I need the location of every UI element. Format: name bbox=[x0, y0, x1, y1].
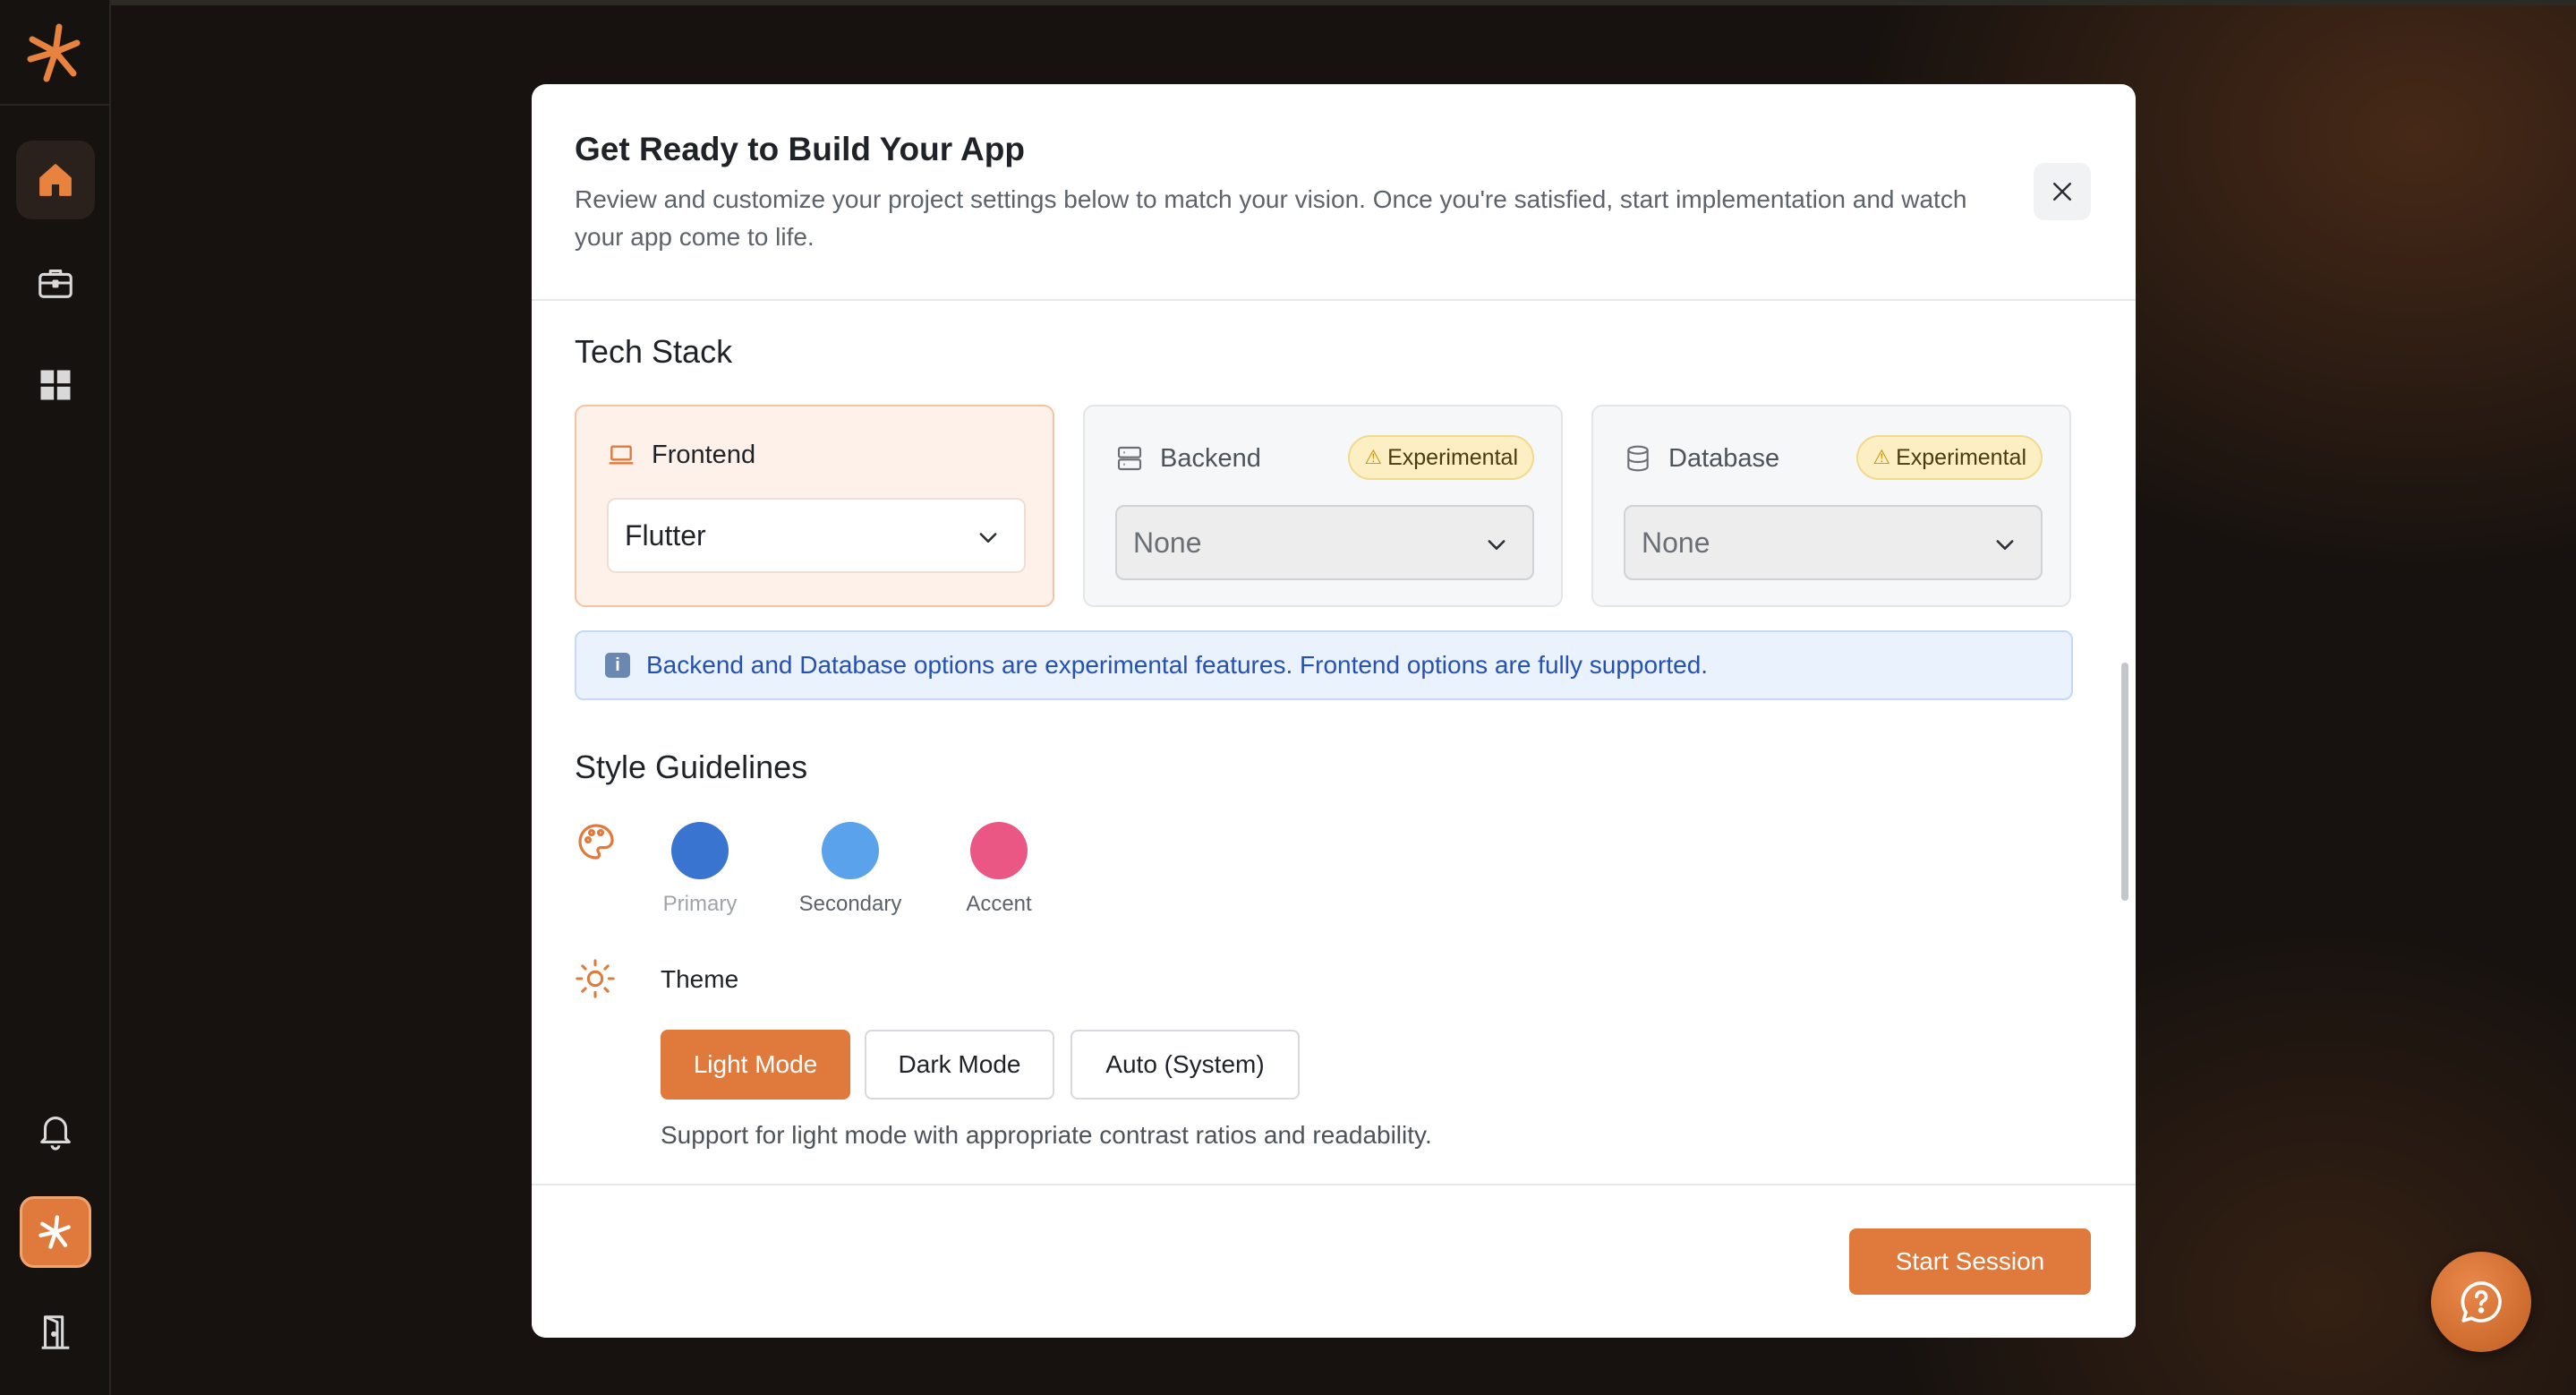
help-chat-button[interactable] bbox=[2431, 1252, 2531, 1352]
build-app-modal: Get Ready to Build Your App Review and c… bbox=[532, 84, 2136, 1338]
sidebar-item-home[interactable] bbox=[16, 141, 95, 219]
backend-card: Backend ⚠ Experimental None bbox=[1083, 405, 1563, 607]
modal-title: Get Ready to Build Your App bbox=[575, 131, 1025, 167]
home-icon bbox=[39, 164, 72, 196]
close-button[interactable] bbox=[2034, 163, 2091, 220]
backend-label: Backend bbox=[1160, 444, 1261, 473]
grid-icon bbox=[40, 370, 71, 400]
warning-icon: ⚠ bbox=[1364, 446, 1383, 468]
primary-swatch-label: Primary bbox=[662, 892, 738, 916]
secondary-swatch-label: Secondary bbox=[798, 892, 902, 916]
close-icon bbox=[2053, 183, 2071, 201]
backend-select[interactable]: None bbox=[1115, 505, 1534, 580]
modal-description: Review and customize your project settin… bbox=[575, 185, 1967, 251]
sidebar-item-assistant[interactable] bbox=[20, 1196, 91, 1268]
experimental-badge: ⚠ Experimental bbox=[1856, 435, 2043, 480]
server-icon bbox=[1117, 446, 1142, 471]
frontend-label: Frontend bbox=[652, 441, 756, 469]
frontend-select[interactable]: Flutter bbox=[607, 498, 1026, 573]
theme-description: Support for light mode with appropriate … bbox=[661, 1121, 1432, 1149]
info-text: Backend and Database options are experim… bbox=[646, 651, 1709, 679]
modal-footer: Start Session bbox=[532, 1184, 2136, 1338]
sidebar-item-logout[interactable] bbox=[16, 1293, 95, 1372]
experimental-info-banner: i Backend and Database options are exper… bbox=[575, 630, 2073, 700]
theme-label: Theme bbox=[661, 965, 739, 993]
sidebar bbox=[0, 0, 111, 1395]
auto-system-button[interactable]: Auto (System) bbox=[1070, 1030, 1300, 1100]
database-select[interactable]: None bbox=[1624, 505, 2043, 580]
backend-select-value: None bbox=[1133, 526, 1202, 559]
frontend-select-value: Flutter bbox=[625, 518, 706, 552]
accent-color-swatch[interactable] bbox=[970, 822, 1028, 879]
start-session-button[interactable]: Start Session bbox=[1849, 1228, 2091, 1295]
brand-logo-icon[interactable] bbox=[23, 20, 84, 88]
top-border bbox=[0, 0, 2576, 5]
badge-label: Experimental bbox=[1896, 444, 2026, 470]
secondary-color-swatch[interactable] bbox=[822, 822, 879, 879]
primary-color-swatch[interactable] bbox=[671, 822, 729, 879]
experimental-badge: ⚠ Experimental bbox=[1348, 435, 1534, 480]
badge-label: Experimental bbox=[1387, 444, 1518, 470]
palette-icon bbox=[578, 824, 614, 860]
modal-header: Get Ready to Build Your App Review and c… bbox=[532, 84, 2136, 301]
sun-icon bbox=[576, 959, 615, 998]
help-chat-icon bbox=[2461, 1281, 2502, 1322]
light-mode-button[interactable]: Light Mode bbox=[661, 1030, 850, 1100]
chevron-down-icon bbox=[1996, 540, 2014, 550]
sidebar-item-notifications[interactable] bbox=[16, 1091, 95, 1169]
style-guidelines-title: Style Guidelines bbox=[575, 749, 808, 785]
modal-scrollbar[interactable] bbox=[2121, 663, 2128, 901]
frontend-card: Frontend Flutter bbox=[575, 405, 1054, 607]
warning-icon: ⚠ bbox=[1872, 446, 1891, 468]
sidebar-item-dashboard[interactable] bbox=[16, 346, 95, 424]
database-card: Database ⚠ Experimental None bbox=[1591, 405, 2071, 607]
briefcase-icon bbox=[38, 270, 73, 298]
tech-stack-title: Tech Stack bbox=[575, 333, 733, 370]
sidebar-item-projects[interactable] bbox=[16, 244, 95, 322]
chevron-down-icon bbox=[979, 533, 997, 543]
chevron-down-icon bbox=[1488, 540, 1506, 550]
exit-door-icon bbox=[41, 1315, 70, 1349]
database-label: Database bbox=[1668, 444, 1780, 473]
brand-asterisk-icon bbox=[38, 1215, 71, 1249]
laptop-icon bbox=[609, 445, 634, 465]
database-icon bbox=[1627, 445, 1649, 472]
info-icon: i bbox=[605, 653, 630, 678]
accent-swatch-label: Accent bbox=[966, 892, 1032, 916]
dark-mode-button[interactable]: Dark Mode bbox=[865, 1030, 1054, 1100]
bell-icon bbox=[40, 1117, 71, 1151]
database-select-value: None bbox=[1642, 526, 1710, 559]
sidebar-divider bbox=[0, 104, 111, 106]
